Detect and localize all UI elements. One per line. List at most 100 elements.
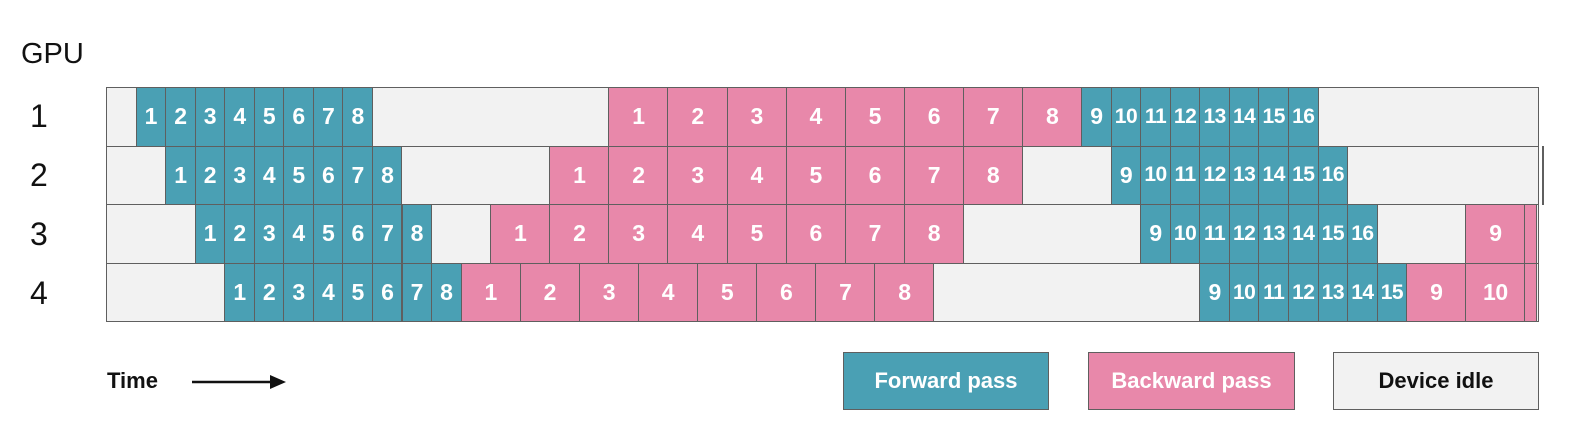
forward-pass-block: 16 xyxy=(1347,204,1378,264)
forward-pass-block: 2 xyxy=(253,262,285,323)
forward-pass-block: 11 xyxy=(1258,262,1289,323)
forward-pass-block: 12 xyxy=(1199,145,1230,206)
backward-pass-block: 6 xyxy=(785,204,846,264)
legend-device-idle: Device idle xyxy=(1333,352,1539,410)
forward-pass-block: 14 xyxy=(1258,145,1289,206)
forward-pass-block: 6 xyxy=(283,87,314,147)
forward-pass-block: 3 xyxy=(283,262,314,323)
arrow-right-icon xyxy=(192,375,286,389)
backward-pass-block: 8 xyxy=(874,262,935,323)
forward-pass-block: 4 xyxy=(312,262,344,323)
backward-pass-block: 5 xyxy=(726,204,787,264)
backward-pass-block: 5 xyxy=(844,87,905,147)
forward-pass-block: 15 xyxy=(1317,204,1349,264)
forward-pass-block: 10 xyxy=(1228,262,1260,323)
backward-pass-block: 7 xyxy=(962,87,1024,147)
backward-pass-block: 3 xyxy=(726,87,787,147)
backward-pass-block: 4 xyxy=(637,262,698,323)
forward-pass-block: 3 xyxy=(224,145,255,206)
forward-pass-block: 14 xyxy=(1228,87,1260,147)
backward-pass-block: 1 xyxy=(608,87,669,147)
backward-pass-block: 8 xyxy=(903,204,964,264)
backward-pass-block: 9 xyxy=(1406,262,1467,323)
backward-pass-block: 10 xyxy=(1465,262,1526,323)
forward-pass-block: 3 xyxy=(194,87,226,147)
forward-pass-block: 7 xyxy=(371,204,403,264)
forward-pass-block: 8 xyxy=(401,204,433,264)
backward-pass-block: 2 xyxy=(519,262,580,323)
backward-pass-block: 5 xyxy=(785,145,846,206)
forward-pass-block: 7 xyxy=(342,145,373,206)
forward-pass-block: 13 xyxy=(1317,262,1349,323)
forward-pass-block: 1 xyxy=(224,262,255,323)
legend-forward-pass: Forward pass xyxy=(843,352,1049,410)
backward-pass-block: 3 xyxy=(578,262,639,323)
forward-pass-block: 12 xyxy=(1169,87,1201,147)
forward-pass-block: 3 xyxy=(253,204,285,264)
forward-pass-block: 8 xyxy=(342,87,373,147)
forward-pass-block: 8 xyxy=(371,145,403,206)
forward-pass-block: 10 xyxy=(1110,87,1142,147)
forward-pass-block: 15 xyxy=(1288,145,1319,206)
backward-pass-block: 8 xyxy=(1022,87,1083,147)
forward-pass-block: 12 xyxy=(1288,262,1319,323)
forward-pass-block: 4 xyxy=(253,145,285,206)
forward-pass-block: 10 xyxy=(1140,145,1171,206)
forward-pass-block: 14 xyxy=(1288,204,1319,264)
forward-pass-block: 12 xyxy=(1228,204,1260,264)
backward-pass-block: 9 xyxy=(1465,204,1526,264)
forward-pass-block: 2 xyxy=(165,87,196,147)
forward-pass-block: 5 xyxy=(342,262,373,323)
forward-pass-block: 9 xyxy=(1081,87,1112,147)
backward-pass-block: 1 xyxy=(490,204,551,264)
forward-pass-block: 6 xyxy=(342,204,373,264)
forward-pass-block: 14 xyxy=(1347,262,1378,323)
backward-pass-block xyxy=(1524,262,1538,323)
forward-pass-block: 7 xyxy=(312,87,344,147)
forward-pass-block: 1 xyxy=(135,87,167,147)
backward-pass-block: 6 xyxy=(903,87,964,147)
backward-pass-block: 3 xyxy=(667,145,728,206)
forward-pass-block: 4 xyxy=(283,204,314,264)
backward-pass-block: 7 xyxy=(815,262,876,323)
backward-pass-block: 7 xyxy=(844,204,905,264)
legend-backward-pass: Backward pass xyxy=(1088,352,1295,410)
backward-pass-block: 2 xyxy=(667,87,728,147)
backward-pass-block: 1 xyxy=(549,145,610,206)
forward-pass-block: 9 xyxy=(1110,145,1142,206)
backward-pass-block: 1 xyxy=(460,262,521,323)
forward-pass-block: 11 xyxy=(1169,145,1201,206)
backward-pass-block: 4 xyxy=(726,145,787,206)
time-axis-label: Time xyxy=(107,368,158,393)
forward-pass-block: 7 xyxy=(401,262,433,323)
backward-pass-block: 4 xyxy=(667,204,728,264)
forward-pass-block: 16 xyxy=(1317,145,1349,206)
forward-pass-block: 11 xyxy=(1199,204,1230,264)
forward-pass-block: 13 xyxy=(1258,204,1289,264)
backward-pass-block: 8 xyxy=(962,145,1024,206)
backward-pass-block: 2 xyxy=(549,204,610,264)
forward-pass-block: 8 xyxy=(431,262,462,323)
forward-pass-block: 13 xyxy=(1228,145,1260,206)
forward-pass-block: 5 xyxy=(312,204,344,264)
forward-pass-block: 4 xyxy=(224,87,255,147)
forward-pass-block: 1 xyxy=(165,145,196,206)
forward-pass-block: 15 xyxy=(1258,87,1289,147)
backward-pass-block: 4 xyxy=(785,87,846,147)
forward-pass-block: 1 xyxy=(194,204,226,264)
backward-pass-block: 6 xyxy=(844,145,905,206)
forward-pass-block: 11 xyxy=(1140,87,1171,147)
backward-pass-block: 6 xyxy=(756,262,817,323)
forward-pass-block: 15 xyxy=(1376,262,1408,323)
backward-pass-block: 2 xyxy=(608,145,669,206)
backward-pass-block xyxy=(1524,204,1538,264)
forward-pass-block: 5 xyxy=(253,87,285,147)
forward-pass-block: 10 xyxy=(1169,204,1201,264)
backward-pass-block: 7 xyxy=(903,145,964,206)
backward-pass-block: 5 xyxy=(697,262,758,323)
forward-pass-block: 2 xyxy=(224,204,255,264)
forward-pass-block: 6 xyxy=(312,145,344,206)
forward-pass-block: 2 xyxy=(194,145,226,206)
forward-pass-block: 6 xyxy=(371,262,403,323)
forward-pass-block: 13 xyxy=(1199,87,1230,147)
